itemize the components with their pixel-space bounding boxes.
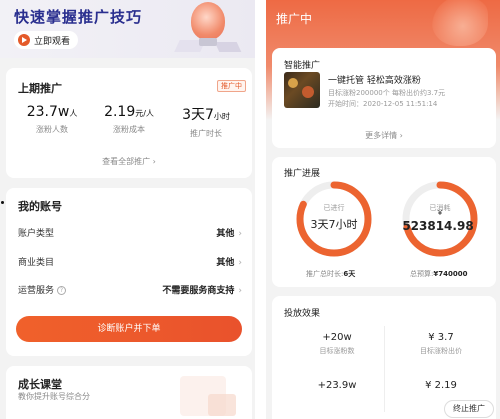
view-all-promos-link[interactable]: 查看全部推广 ›	[6, 156, 252, 167]
spent-value: 523814.98	[402, 219, 474, 233]
last-promo-title: 上期推广	[18, 82, 62, 95]
elapsed-ring: 已进行 3天7小时	[294, 179, 374, 259]
growth-class-card[interactable]: 成长课堂 教你提升账号综合分	[6, 366, 252, 419]
start-time-line: 开始时间：2020-12-05 11:51:14	[328, 100, 438, 108]
progress-title: 推广进展	[284, 169, 321, 179]
video-thumbnail[interactable]	[284, 72, 320, 108]
help-icon[interactable]: ?	[57, 285, 67, 295]
last-promo-card: 上期推广 推广中 23.7w人 涨粉人数 2.19元/人 涨粉成本 3天7小时 …	[6, 68, 252, 178]
business-category-row[interactable]: 商业类目 其他 ›	[18, 254, 242, 268]
stat-duration: 3天7小时 推广时长	[182, 107, 230, 138]
chevron-right-icon: ›	[238, 285, 242, 296]
effect-title: 投放效果	[284, 309, 321, 319]
effect-actual-fans: +23.9w	[317, 380, 357, 391]
banner-title: 快速掌握推广技巧	[14, 8, 143, 26]
smart-promo-title: 智能推广	[284, 61, 321, 71]
growth-class-title: 成长课堂	[18, 378, 62, 391]
effect-target-bid: ¥ 3.7 目标涨粉出价	[420, 332, 462, 355]
total-duration: 推广总时长:6天	[306, 270, 356, 278]
watch-now-button[interactable]: 立即观看	[14, 31, 79, 49]
promo-tips-banner[interactable]: 快速掌握推广技巧 立即观看	[0, 0, 255, 58]
smart-promo-card: 智能推广 一键托管 轻松高效涨粉 目标涨粉200000个 每粉出价约3.7元 开…	[272, 48, 496, 148]
page-title: 推广中	[276, 12, 313, 26]
growth-class-subtitle: 教你提升账号综合分	[18, 392, 90, 401]
effect-actual-cost: ¥ 2.19	[425, 380, 457, 391]
total-budget: 总预算:¥740000	[410, 270, 468, 278]
effect-target-fans: +20w 目标涨粉数	[319, 332, 355, 355]
chevron-right-icon: ›	[238, 228, 242, 239]
play-icon	[18, 34, 30, 46]
account-type-row[interactable]: 账户类型 其他 ›	[18, 225, 242, 239]
elapsed-caption: 已进行	[323, 204, 345, 212]
left-panel: 快速掌握推广技巧 立即观看 上期推广 推广中 23.7w人 涨粉人数 2.19元…	[0, 0, 255, 419]
list-bullet	[1, 201, 4, 204]
banner-illustration	[174, 2, 242, 56]
more-details-link[interactable]: 更多详情 ›	[272, 130, 496, 141]
diagnose-and-order-button[interactable]: 诊断账户并下单	[16, 316, 242, 342]
spent-ring: 已消耗 ¥ 523814.98	[400, 179, 480, 259]
elapsed-value: 3天7小时	[310, 218, 358, 231]
status-badge: 推广中	[217, 80, 246, 92]
spent-currency: ¥	[437, 209, 443, 217]
promo-progress-card: 推广进展 已进行 3天7小时 已消耗 ¥ 523814.98 推广总时长:6天 …	[272, 157, 496, 287]
right-panel: 推广中 智能推广 一键托管 轻松高效涨粉 目标涨粉200000个 每粉出价约3.…	[266, 0, 500, 419]
operation-service-row[interactable]: 运营服务? 不需要服务商支持 ›	[18, 282, 242, 296]
divider	[384, 326, 385, 412]
lightbulb-icon	[191, 2, 225, 40]
chevron-right-icon: ›	[238, 257, 242, 268]
smart-promo-headline: 一键托管 轻松高效涨粉	[328, 76, 421, 86]
my-account-title: 我的账号	[18, 200, 62, 213]
stat-cost: 2.19元/人 涨粉成本	[104, 104, 154, 134]
my-account-card: 我的账号 账户类型 其他 › 商业类目 其他 › 运营服务? 不需要服务商支持 › 诊…	[6, 188, 252, 356]
stop-promo-button[interactable]: 终止推广	[444, 400, 494, 418]
stat-fans: 23.7w人 涨粉人数	[26, 104, 78, 134]
target-line: 目标涨粉200000个 每粉出价约3.7元	[328, 89, 446, 97]
watch-now-label: 立即观看	[34, 36, 71, 47]
flame-icon	[432, 0, 488, 46]
